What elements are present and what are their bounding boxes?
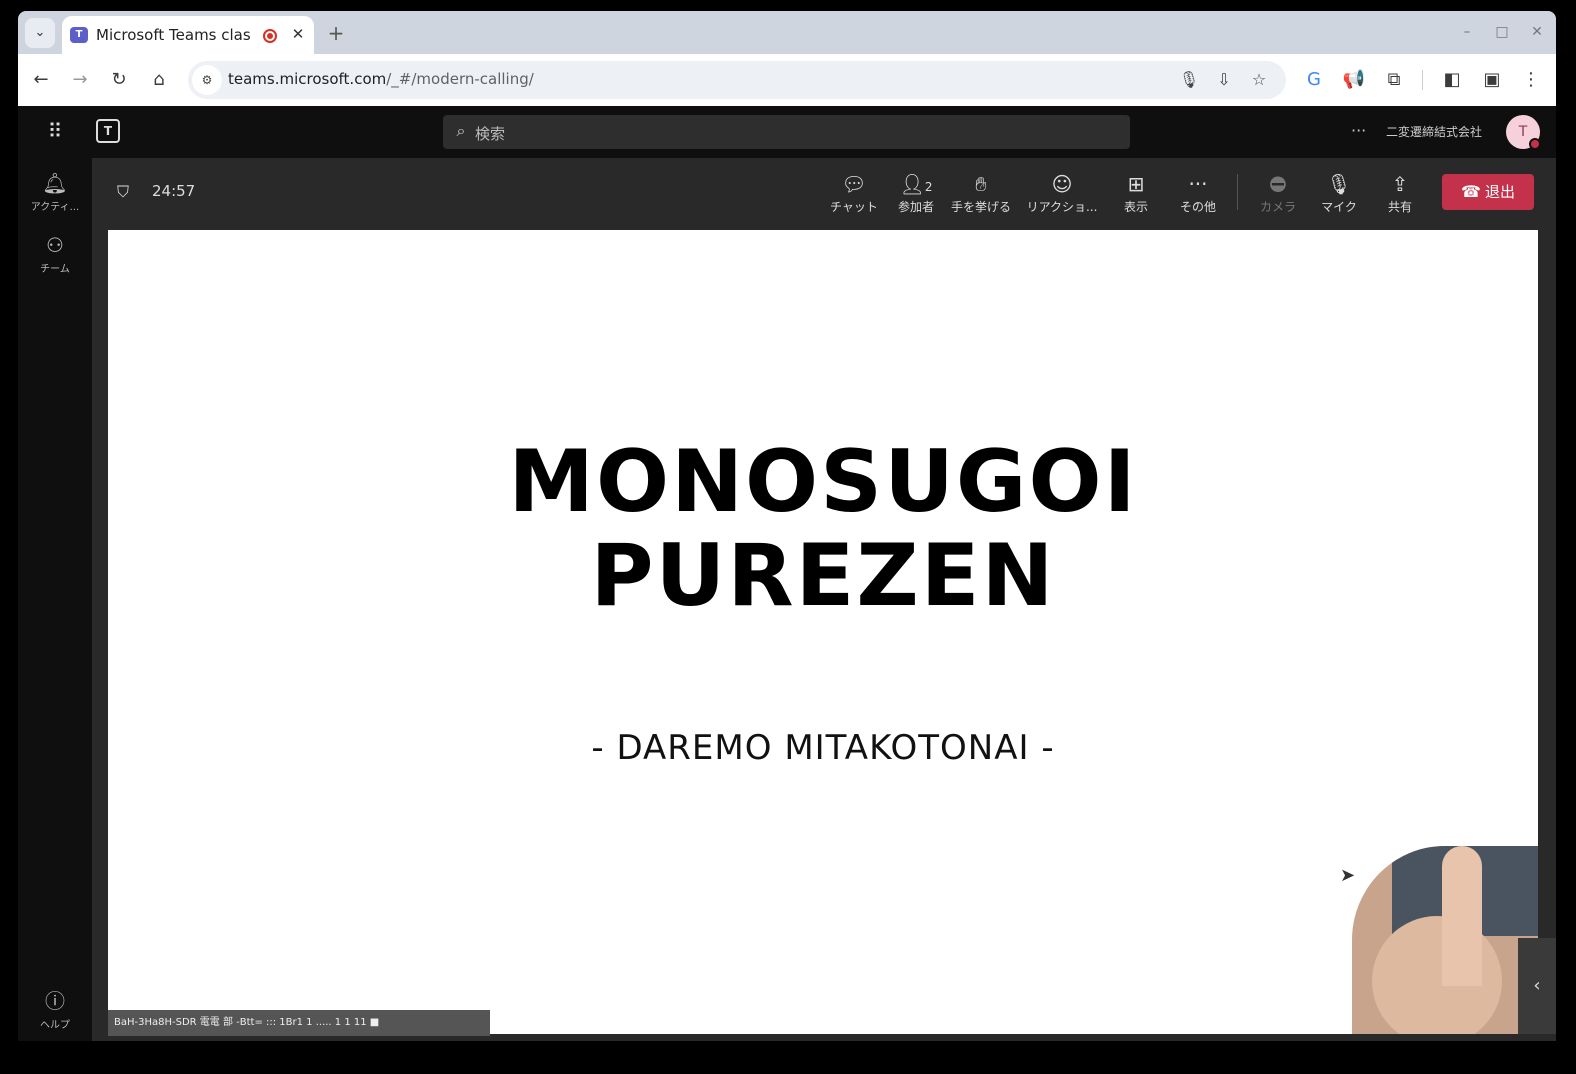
browser-toolbar: ← → ↻ ⌂ ⚙ teams.microsoft.com/_#/modern-…	[18, 54, 1556, 106]
participants-label: 参加者	[897, 200, 934, 214]
slide-subtitle: - DAREMO MITAKOTONAI -	[591, 728, 1055, 768]
reload-icon[interactable]: ↻	[106, 67, 132, 93]
forward-icon[interactable]: →	[67, 67, 93, 93]
grid-view-icon: ⊞	[1127, 172, 1145, 196]
more-label: その他	[1179, 200, 1216, 214]
announce-extension-icon[interactable]: 📢	[1341, 67, 1367, 93]
rail-item-help[interactable]: ⓘ ヘルプ	[18, 988, 92, 1041]
meeting-toolbar: ⛉ 24:57 💬︎ チャット 👤︎2 参加者 ✋︎ 手を挙げる ☺ リアクショ…	[92, 158, 1556, 230]
back-icon[interactable]: ←	[28, 67, 54, 93]
chat-button[interactable]: 💬︎ チャット	[819, 170, 889, 220]
toolbar-divider	[1237, 174, 1238, 210]
tab-search-button[interactable]: ⌄	[25, 18, 55, 48]
camera-label: カメラ	[1259, 200, 1296, 214]
help-icon: ⓘ	[45, 989, 65, 1013]
mic-label: マイク	[1321, 200, 1357, 214]
chat-icon: 💬︎	[841, 172, 867, 196]
meeting-timer: 24:57	[152, 182, 196, 200]
chevron-left-icon: ‹	[1533, 975, 1541, 996]
mouse-cursor-icon: ➤	[1340, 865, 1356, 886]
chat-label: チャット	[830, 200, 878, 214]
slide-title: MONOSUGOI PUREZEN	[108, 435, 1538, 623]
collapse-video-button[interactable]: ‹	[1518, 938, 1556, 1034]
url-text: teams.microsoft.com/_#/modern-calling/	[228, 70, 534, 88]
site-info-icon[interactable]: ⚙	[192, 65, 222, 95]
mic-button[interactable]: 🎙︎ マイク	[1304, 170, 1374, 220]
install-app-icon[interactable]: ⇩	[1211, 67, 1237, 93]
more-dots-icon: ···	[1188, 172, 1208, 196]
leave-button[interactable]: ☎ 退出	[1442, 174, 1534, 210]
people-icon: 👤︎2	[899, 172, 933, 196]
app-rail: 🔔︎ アクティ... ⚇ チーム ⓘ ヘルプ	[18, 158, 92, 1041]
organization-name: 二変遷締結式会社	[1386, 125, 1483, 139]
raise-hand-label: 手を挙げる	[950, 200, 1011, 214]
url-path: /_#/modern-calling/	[386, 70, 534, 88]
teams-group-icon: ⚇	[46, 233, 64, 257]
meeting-stage: ⛉ 24:57 💬︎ チャット 👤︎2 参加者 ✋︎ 手を挙げる ☺ リアクショ…	[92, 158, 1556, 1041]
close-window-button[interactable]: ✕	[1528, 23, 1546, 41]
shared-screen: MONOSUGOI PUREZEN - DAREMO MITAKOTONAI -…	[108, 230, 1538, 1034]
self-video-preview[interactable]	[1352, 846, 1538, 1034]
shield-icon[interactable]: ⛉	[112, 180, 134, 204]
video-finger	[1442, 846, 1482, 986]
extensions-puzzle-icon[interactable]: ⧉	[1381, 67, 1407, 93]
rail-item-activity[interactable]: 🔔︎ アクティ...	[18, 170, 92, 226]
maximize-button[interactable]: □	[1493, 23, 1511, 41]
presence-status-icon	[1529, 138, 1541, 150]
rail-item-teams[interactable]: ⚇ チーム	[18, 232, 92, 288]
rail-item-label: アクティ...	[30, 202, 80, 213]
hand-icon: ✋︎	[975, 172, 987, 196]
share-button[interactable]: ⇪ 共有	[1365, 170, 1435, 220]
app-launcher-icon[interactable]: ⠿	[44, 120, 66, 142]
rail-item-label: ヘルプ	[40, 1020, 70, 1031]
leave-label: 退出	[1484, 183, 1515, 201]
bell-icon: 🔔︎	[42, 171, 68, 195]
mic-muted-icon: 🎙︎	[1326, 172, 1352, 196]
browser-menu-icon[interactable]: ⋮	[1518, 67, 1544, 93]
search-icon: ⌕	[456, 121, 466, 140]
slide-title-line2: PUREZEN	[590, 526, 1056, 626]
translate-extension-icon[interactable]: G	[1301, 67, 1327, 93]
teams-logo-icon: T	[96, 119, 120, 143]
raise-hand-button[interactable]: ✋︎ 手を挙げる	[946, 170, 1016, 220]
slide-title-line1: MONOSUGOI	[508, 432, 1138, 532]
smiley-icon: ☺	[1051, 172, 1073, 196]
view-label: 表示	[1123, 200, 1148, 214]
header-more-button[interactable]: ···	[1351, 121, 1366, 140]
more-actions-button[interactable]: ··· その他	[1163, 170, 1233, 220]
minimize-button[interactable]: –	[1458, 23, 1476, 41]
live-caption-bar: BaH-3Ha8H-SDR 電電 部 -Btt= ::: 1Br1 1 ....…	[108, 1010, 490, 1036]
address-bar[interactable]: ⚙ teams.microsoft.com/_#/modern-calling/…	[188, 61, 1286, 99]
teams-favicon-icon: T	[70, 27, 88, 43]
teams-header: ⠿ T ⌕ 検索 ··· 二変遷締結式会社 T	[18, 106, 1556, 158]
url-host: teams.microsoft.com	[228, 70, 387, 88]
rail-item-label: チーム	[40, 264, 70, 275]
participants-button[interactable]: 👤︎2 参加者	[881, 170, 951, 220]
toolbar-separator	[1422, 70, 1423, 90]
browser-window: ⌄ T Microsoft Teams clas ✕ + – □ ✕ ← → ↻…	[18, 11, 1556, 1041]
share-label: 共有	[1387, 200, 1412, 214]
new-tab-button[interactable]: +	[324, 21, 348, 45]
tab-title: Microsoft Teams clas	[96, 26, 251, 44]
share-upload-icon: ⇪	[1391, 172, 1409, 196]
tab-close-button[interactable]: ✕	[288, 24, 308, 44]
tab-microsoft-teams[interactable]: T Microsoft Teams clas ✕	[62, 16, 314, 54]
microphone-icon[interactable]: 🎙	[1176, 67, 1202, 93]
home-icon[interactable]: ⌂	[146, 67, 172, 93]
search-input[interactable]: ⌕ 検索	[443, 115, 1130, 149]
side-panel-icon[interactable]: ◧	[1439, 67, 1465, 93]
profile-icon[interactable]: ▣	[1479, 67, 1505, 93]
tab-strip: ⌄ T Microsoft Teams clas ✕ + – □ ✕	[18, 11, 1556, 54]
recording-indicator-icon	[263, 29, 277, 43]
reactions-button[interactable]: ☺ リアクショ...	[1025, 170, 1099, 220]
reactions-label: リアクショ...	[1026, 200, 1098, 214]
camera-off-icon: ⛔︎	[1269, 172, 1287, 196]
view-button[interactable]: ⊞ 表示	[1101, 170, 1171, 220]
camera-button[interactable]: ⛔︎ カメラ	[1243, 170, 1313, 220]
bookmark-star-icon[interactable]: ☆	[1246, 67, 1272, 93]
video-hand	[1372, 916, 1502, 1034]
participants-count: 2	[924, 180, 933, 194]
search-placeholder: 検索	[475, 125, 506, 143]
phone-hangup-icon: ☎	[1461, 182, 1481, 201]
